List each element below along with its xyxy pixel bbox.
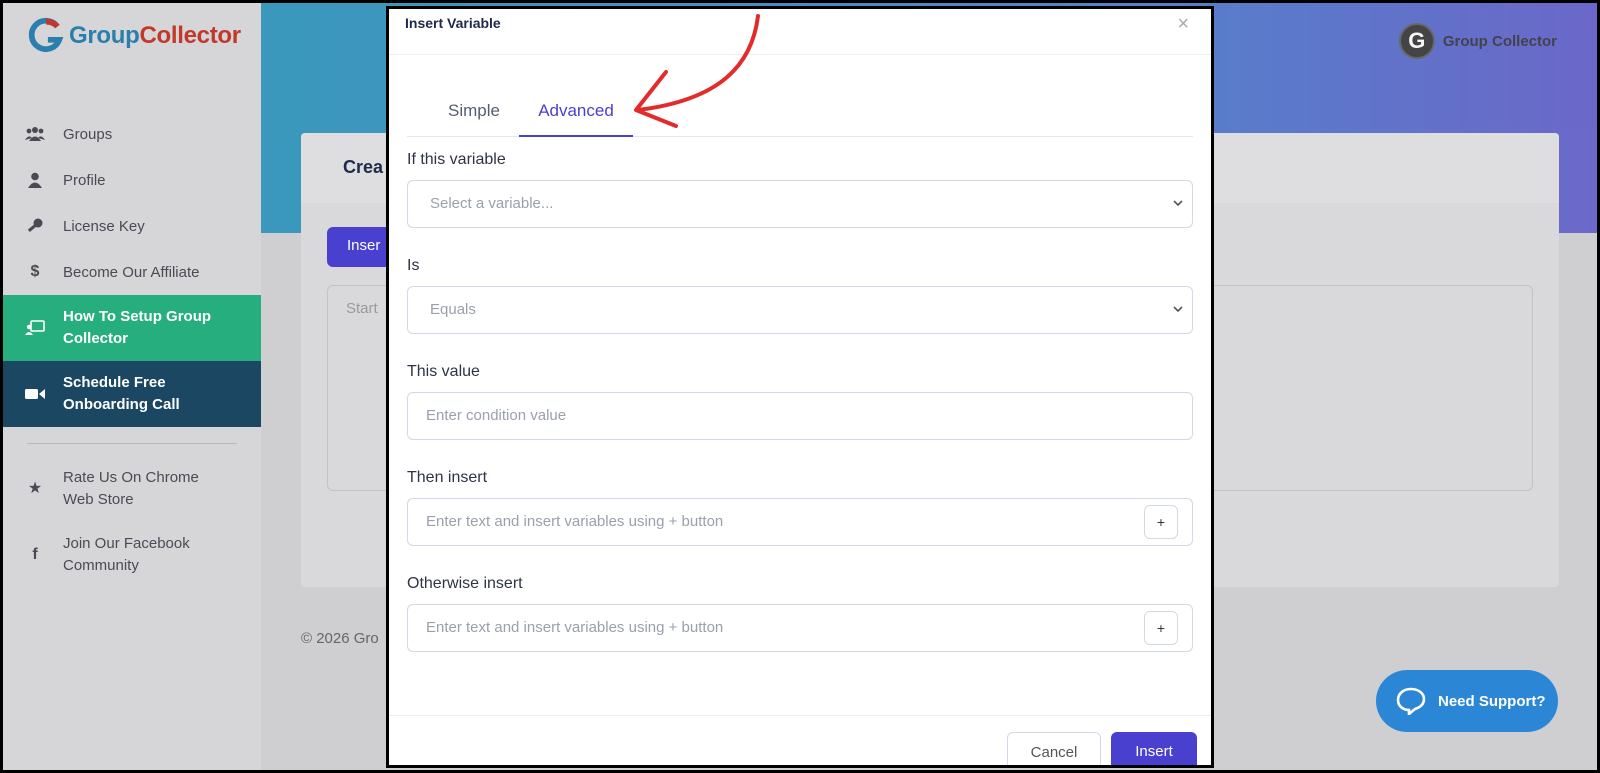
sidebar-item-label: Rate Us On Chrome Web Store (63, 469, 199, 508)
sidebar-item-affiliate[interactable]: $ Become Our Affiliate (3, 249, 261, 295)
modal-footer-divider (389, 715, 1211, 716)
condition-value-input[interactable]: Enter condition value (407, 392, 1193, 440)
otherwise-insert-input[interactable]: Enter text and insert variables using + … (407, 604, 1193, 652)
logo[interactable]: GroupCollector (27, 17, 241, 55)
is-label: Is (407, 257, 420, 274)
footer-copyright: © 2026 Gro (301, 630, 379, 647)
sidebar-item-label: Join Our Facebook Community (63, 535, 190, 574)
sidebar-divider (27, 443, 237, 444)
sidebar-item-license-key[interactable]: License Key (3, 203, 261, 249)
variable-select-placeholder: Select a variable... (430, 195, 554, 212)
tab-simple[interactable]: Simple (419, 91, 529, 137)
sidebar-item-rate-us[interactable]: ★ Rate Us On Chrome Web Store (3, 456, 261, 522)
if-variable-label: If this variable (407, 151, 506, 168)
tutorial-icon (25, 318, 45, 338)
chevron-down-icon (1173, 200, 1183, 207)
sidebar-nav: Groups Profile License Key $ Become Our … (3, 111, 261, 588)
close-icon[interactable]: × (1177, 13, 1189, 36)
user-name: Group Collector (1442, 32, 1557, 50)
sidebar-item-groups[interactable]: Groups (3, 111, 261, 157)
user-menu[interactable]: G Group Collector (1398, 23, 1557, 59)
chat-bubble-icon (1396, 687, 1426, 715)
this-value-label: This value (407, 363, 480, 380)
user-icon (25, 170, 45, 190)
sidebar-item-label: Groups (63, 125, 113, 143)
insert-button[interactable]: Insert (1111, 732, 1197, 765)
users-icon (25, 124, 45, 144)
annotation-arrow-icon (634, 14, 760, 128)
sidebar-item-label: Profile (63, 171, 106, 189)
support-label: Need Support? (1438, 692, 1546, 710)
sidebar-item-label: How To Setup Group Collector (63, 308, 212, 347)
sidebar-item-label: Schedule Free Onboarding Call (63, 374, 180, 413)
logo-text: GroupCollector (69, 22, 241, 49)
sidebar-item-label: License Key (63, 217, 145, 235)
then-insert-input[interactable]: Enter text and insert variables using + … (407, 498, 1193, 546)
need-support-button[interactable]: Need Support? (1376, 670, 1558, 732)
modal-title: Insert Variable (405, 15, 501, 31)
logo-mark-icon (28, 17, 64, 53)
insert-variable-modal: Insert Variable × Simple Advanced If thi… (386, 6, 1214, 768)
sidebar-item-profile[interactable]: Profile (3, 157, 261, 203)
dollar-icon: $ (30, 263, 40, 280)
video-icon (25, 384, 45, 404)
modal-header-divider (389, 54, 1211, 55)
otherwise-insert-label: Otherwise insert (407, 575, 523, 592)
tab-advanced[interactable]: Advanced (519, 91, 633, 137)
otherwise-insert-placeholder: Enter text and insert variables using + … (426, 619, 724, 636)
sidebar: GroupCollector Groups Profile License Ke… (3, 3, 261, 770)
chevron-down-icon (1173, 306, 1183, 313)
variable-select[interactable]: Select a variable... (407, 180, 1193, 228)
then-insert-placeholder: Enter text and insert variables using + … (426, 513, 724, 530)
then-insert-add-variable-button[interactable]: + (1144, 505, 1178, 539)
sidebar-item-onboarding-call[interactable]: Schedule Free Onboarding Call (3, 361, 261, 427)
operator-select-value: Equals (430, 301, 476, 318)
then-insert-label: Then insert (407, 469, 488, 486)
cancel-button[interactable]: Cancel (1007, 732, 1101, 765)
sidebar-item-setup-guide[interactable]: How To Setup Group Collector (3, 295, 261, 361)
star-icon: ★ (27, 480, 43, 497)
modal-tabs: Simple Advanced (407, 91, 1193, 137)
facebook-icon: f (32, 546, 38, 563)
operator-select[interactable]: Equals (407, 286, 1193, 334)
otherwise-insert-add-variable-button[interactable]: + (1144, 611, 1178, 645)
key-icon (25, 216, 45, 236)
sidebar-item-label: Become Our Affiliate (63, 263, 200, 281)
condition-value-placeholder: Enter condition value (426, 407, 567, 424)
sidebar-item-facebook[interactable]: f Join Our Facebook Community (3, 522, 261, 588)
avatar: G (1398, 23, 1435, 59)
